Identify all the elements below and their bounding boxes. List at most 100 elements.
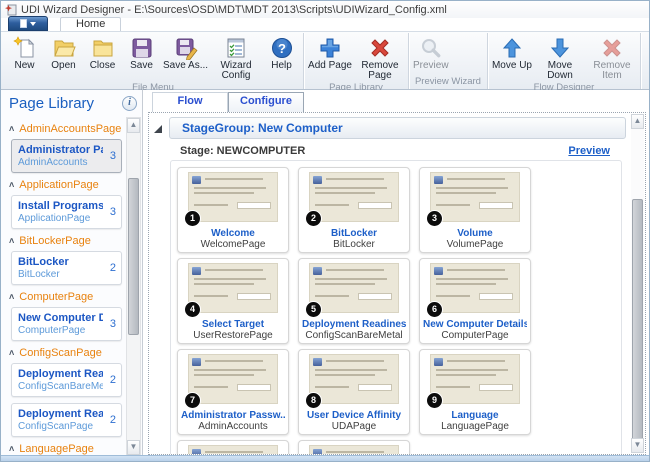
ribbon-button-help[interactable]: ? Help (262, 33, 301, 71)
ribbon-group-label: Preview Wizard (411, 75, 485, 89)
help-icon: ? (270, 35, 294, 60)
page-library-item-title: Deployment Readiness (18, 368, 103, 380)
page-library-item-install-programs[interactable]: Install Programs ApplicationPage 3 (11, 195, 122, 229)
info-icon[interactable]: i (122, 96, 137, 111)
ribbon-button-open[interactable]: Open (44, 33, 83, 71)
wizard-page-type: UserRestorePage (181, 330, 285, 341)
wizard-page-card-summary[interactable]: 11 Summary SummaryPage (298, 440, 410, 454)
wizard-page-type: UDAPage (302, 421, 406, 432)
wizard-page-title: Administrator Passw... (181, 410, 285, 421)
page-library-item-new-computer-details[interactable]: New Computer Details ComputerPage 3 (11, 307, 122, 341)
stage-title: Stage: NEWCOMPUTER (180, 145, 305, 157)
thumbnail-decoration-icon (434, 176, 443, 184)
flow-designer-main: FlowConfigure StageGroup: New Computer S… (143, 90, 649, 457)
wizard-page-card-administrator-passw[interactable]: 7 Administrator Passw... AdminAccounts (177, 349, 289, 435)
page-library-group-header[interactable]: ˄ ConfigScanPage (9, 347, 123, 359)
page-library-group-bitlockerpage: ˄ BitLockerPage BitLocker BitLocker 2 (9, 235, 123, 285)
tab-home[interactable]: Home (60, 17, 121, 31)
wizard-page-type: WelcomePage (181, 239, 285, 250)
collapse-expander-icon[interactable] (154, 125, 162, 133)
save-as-icon (174, 35, 198, 60)
page-library-item-bitlocker[interactable]: BitLocker BitLocker 2 (11, 251, 122, 285)
page-library-item-deployment-readiness[interactable]: Deployment Readiness ConfigScanBareMetal… (11, 363, 122, 397)
ribbon-button-save-as[interactable]: Save As... (161, 33, 210, 71)
sidebar-scrollbar[interactable]: ▲ ▼ (126, 117, 141, 456)
page-library-item-administrator-password[interactable]: Administrator Password AdminAccounts 3 (11, 139, 122, 173)
view-tabs: FlowConfigure (143, 90, 649, 113)
wizard-page-card-welcome[interactable]: 1 Welcome WelcomePage (177, 167, 289, 253)
thumbnail-decoration-icon (434, 267, 443, 275)
page-library-group-header[interactable]: ˄ LanguagePage (9, 443, 123, 455)
ribbon: New Open Close Save Save As... Wizard Co… (1, 31, 649, 90)
wizard-page-card-new-computer-details[interactable]: 6 New Computer Details ComputerPage (419, 258, 531, 344)
thumbnail-decoration-icon (192, 176, 201, 184)
wizard-page-card-deployment-readiness[interactable]: 5 Deployment Readiness ConfigScanBareMet… (298, 258, 410, 344)
thumbnail-decoration-icon (313, 176, 322, 184)
stage-group-row: StageGroup: New Computer (154, 117, 626, 139)
ribbon-button-label: Remove Item (588, 61, 636, 81)
ribbon-button-preview[interactable]: Preview (411, 33, 451, 71)
page-library-group-header[interactable]: ˄ ComputerPage (9, 291, 123, 303)
page-library-group-applicationpage: ˄ ApplicationPage Install Programs Appli… (9, 179, 123, 229)
close-folder-icon (91, 35, 115, 60)
wizard-page-card-user-device-affinity[interactable]: 8 User Device Affinity UDAPage (298, 349, 410, 435)
page-library-group-name: ConfigScanPage (19, 347, 102, 359)
ribbon-button-label: Remove Page (356, 61, 404, 81)
page-library-item-title: Administrator Password (18, 144, 103, 156)
wizard-page-card-language[interactable]: 9 Language LanguagePage (419, 349, 531, 435)
ribbon-button-close[interactable]: Close (83, 33, 122, 71)
add-page-icon (318, 35, 342, 60)
ribbon-button-save[interactable]: Save (122, 33, 161, 71)
page-library-group-name: ApplicationPage (19, 179, 99, 191)
ribbon-button-label: Help (271, 61, 292, 71)
thumbnail-decoration-icon (313, 267, 322, 275)
scrollbar-thumb[interactable] (632, 199, 643, 441)
ribbon-button-remove-page[interactable]: Remove Page (354, 33, 406, 81)
collapse-caret-icon: ˄ (9, 446, 14, 452)
scrollbar-thumb[interactable] (128, 178, 139, 335)
scroll-down-button[interactable]: ▼ (127, 440, 140, 455)
application-menu-button[interactable] (8, 16, 48, 31)
thumbnail-decoration-icon (192, 358, 201, 366)
scroll-down-button[interactable]: ▼ (631, 438, 644, 453)
stage-preview-link[interactable]: Preview (568, 145, 610, 157)
page-number-badge: 9 (427, 393, 442, 408)
thumbnail-decoration-icon (192, 267, 201, 275)
wizard-page-thumbnail: 6 (430, 263, 520, 313)
ribbon-button-remove-item[interactable]: Remove Item (586, 33, 638, 81)
ribbon-button-move-up[interactable]: Move Up (490, 33, 534, 71)
scroll-up-button[interactable]: ▲ (127, 118, 140, 133)
page-number-badge: 6 (427, 302, 442, 317)
ribbon-button-new[interactable]: New (5, 33, 44, 71)
wizard-page-card-bitlocker[interactable]: 2 BitLocker BitLocker (298, 167, 410, 253)
ribbon-group-preview-wizard: Preview Preview Wizard (409, 33, 488, 89)
ribbon-button-add-page[interactable]: Add Page (306, 33, 354, 71)
view-tab-flow[interactable]: Flow (152, 92, 228, 113)
move-up-icon (500, 35, 524, 60)
wizard-page-card-volume[interactable]: 3 Volume VolumePage (419, 167, 531, 253)
page-number-badge: 4 (185, 302, 200, 317)
wizard-page-title: Select Target (181, 319, 285, 330)
thumbnail-decoration-icon (313, 358, 322, 366)
wizard-page-title: Volume (423, 228, 527, 239)
flow-canvas-content: StageGroup: New Computer Stage: NEWCOMPU… (149, 113, 630, 454)
ribbon-button-label: Preview (413, 61, 449, 71)
scroll-up-button[interactable]: ▲ (631, 114, 644, 129)
wizard-page-card-install-programs[interactable]: 10 Install Programs ApplicationPage (177, 440, 289, 454)
page-library-item-deployment-readiness[interactable]: Deployment Readiness ConfigScanPage 2 (11, 403, 122, 437)
page-library-group-header[interactable]: ˄ BitLockerPage (9, 235, 123, 247)
open-folder-icon (52, 35, 76, 60)
wizard-page-thumbnail: 5 (309, 263, 399, 313)
page-library-group-header[interactable]: ˄ AdminAccountsPage (9, 123, 123, 135)
page-library-item-type: AdminAccounts (18, 157, 103, 168)
document-icon (20, 19, 27, 28)
stage-section-stage-newcomputer: Stage: NEWCOMPUTER Preview 1 Welcome Wel… (170, 141, 622, 454)
wizard-page-card-select-target[interactable]: 4 Select Target UserRestorePage (177, 258, 289, 344)
page-library-group-header[interactable]: ˄ ApplicationPage (9, 179, 123, 191)
ribbon-button-wizard-config[interactable]: Wizard Config (210, 33, 262, 81)
stage-group-header[interactable]: StageGroup: New Computer (169, 117, 626, 139)
wizard-page-thumbnail: 11 (309, 445, 399, 454)
ribbon-button-move-down[interactable]: Move Down (534, 33, 586, 81)
canvas-scrollbar[interactable]: ▲ ▼ (631, 114, 644, 453)
view-tab-configure[interactable]: Configure (228, 92, 304, 113)
